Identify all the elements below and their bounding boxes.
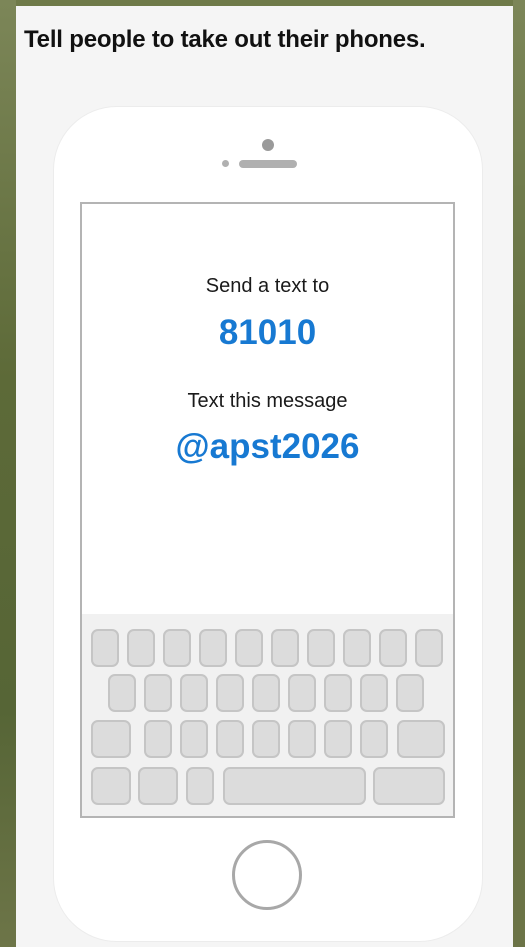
keyboard-key xyxy=(216,720,244,758)
keyboard-key xyxy=(252,720,280,758)
keyboard-key xyxy=(396,674,424,712)
keyboard-key xyxy=(288,720,316,758)
return-key xyxy=(373,767,445,805)
keyboard-key xyxy=(186,767,214,805)
keyboard-key xyxy=(163,629,191,667)
keyboard-key xyxy=(415,629,443,667)
shift-key-icon xyxy=(91,720,131,758)
keyboard-key xyxy=(235,629,263,667)
keyboard-key xyxy=(360,720,388,758)
message-label: Text this message xyxy=(187,390,348,412)
keyboard-key xyxy=(91,629,119,667)
slide-headline: Tell people to take out their phones. xyxy=(24,26,426,53)
phone-sensor-icon xyxy=(222,160,229,167)
keyboard-key xyxy=(180,674,208,712)
keyboard-key xyxy=(360,674,388,712)
keyboard-key xyxy=(307,629,335,667)
keyboard-key xyxy=(271,629,299,667)
keyboard-key xyxy=(199,629,227,667)
keyboard-key xyxy=(91,767,131,805)
text-number: 81010 xyxy=(218,313,317,352)
keyboard-key xyxy=(216,674,244,712)
keyboard-key xyxy=(144,674,172,712)
space-bar-key xyxy=(223,767,366,805)
keyboard-key xyxy=(252,674,280,712)
keyboard-key xyxy=(343,629,371,667)
keyboard-key xyxy=(180,720,208,758)
background-right-border xyxy=(513,0,525,947)
keyboard-key xyxy=(324,674,352,712)
keyboard-key xyxy=(144,720,172,758)
phone-camera-icon xyxy=(262,139,274,151)
keyboard xyxy=(82,614,453,816)
keyboard-key xyxy=(379,629,407,667)
keyboard-key xyxy=(127,629,155,667)
background-left-border xyxy=(0,0,16,947)
keyboard-key xyxy=(288,674,316,712)
send-text-label: Send a text to xyxy=(205,275,330,297)
message-code: @apst2026 xyxy=(175,427,360,466)
keyboard-key xyxy=(324,720,352,758)
keyboard-key xyxy=(138,767,178,805)
backspace-key-icon xyxy=(397,720,445,758)
home-button-icon xyxy=(232,840,302,910)
keyboard-key xyxy=(108,674,136,712)
phone-speaker-icon xyxy=(239,160,297,168)
